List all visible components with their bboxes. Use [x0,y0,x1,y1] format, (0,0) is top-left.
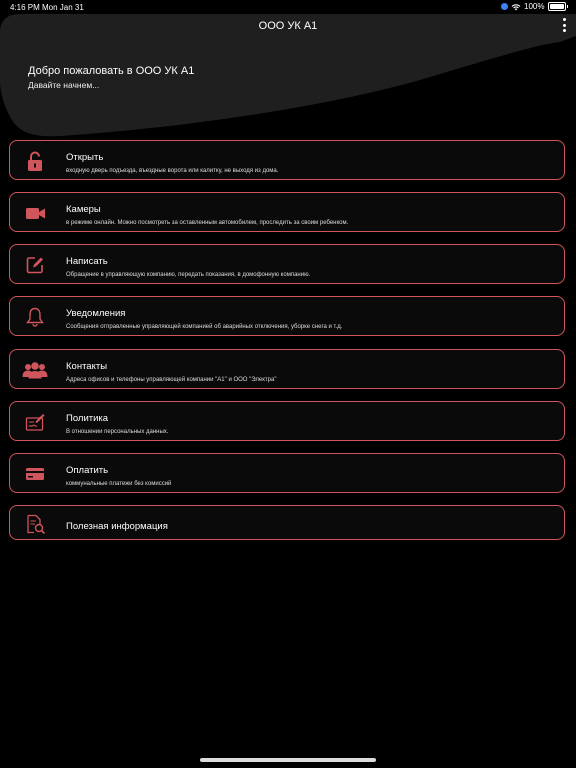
edit-icon [26,257,43,274]
menu-item-description: входную дверь подъезда, въездные ворота … [66,168,279,174]
menu-item-title: Открыть [66,152,104,163]
users-icon [22,362,48,379]
menu-item-contacts[interactable]: Контакты Адреса офисов и телефоны управл… [9,349,565,389]
menu-item-title: Контакты [66,361,108,372]
menu-item-title: Оплатить [66,465,109,476]
signature-icon [25,414,45,431]
more-menu-icon[interactable] [562,18,566,32]
menu-item-description: Обращение в управляющую компанию, переда… [66,272,311,278]
menu-item-cameras[interactable]: Камеры в режиме онлайн. Можно посмотреть… [9,192,565,232]
menu-item-description: коммунальные платежи без комиссий [66,481,172,487]
menu-item-description: В отношении персональных данных. [66,429,169,435]
welcome-subtitle: Давайте начнем... [28,80,100,90]
menu-item-title: Политика [66,413,109,424]
video-camera-icon [26,208,45,219]
menu-item-policy[interactable]: Политика В отношении персональных данных… [9,401,565,441]
home-indicator[interactable] [200,758,376,762]
menu-item-description: Сообщения отправленные управляющей компа… [66,324,343,330]
lock-icon [28,151,42,171]
menu-item-title: Уведомления [66,308,126,319]
app-title: ООО УК А1 [258,20,318,32]
menu-item-description: в режиме онлайн. Можно посмотреть за ост… [66,220,349,226]
document-search-icon [27,514,46,535]
credit-card-icon [26,468,44,480]
bell-icon [26,307,44,327]
menu-item-open[interactable]: Открыть входную дверь подъезда, въездные… [9,140,565,180]
menu-item-description: Адреса офисов и телефоны управляющей ком… [66,377,277,383]
menu-item-write[interactable]: Написать Обращение в управляющую компани… [9,244,565,284]
welcome-heading: Добро пожаловать в ООО УК А1 [28,65,195,77]
menu-item-useful-info[interactable]: Полезная информация [9,505,565,540]
menu-item-title: Камеры [66,204,101,215]
menu-item-notifications[interactable]: Уведомления Сообщения отправленные управ… [9,296,565,336]
menu-item-pay[interactable]: Оплатить коммунальные платежи без комисс… [9,453,565,493]
menu-item-title: Написать [66,256,108,267]
menu-item-title: Полезная информация [66,521,168,532]
